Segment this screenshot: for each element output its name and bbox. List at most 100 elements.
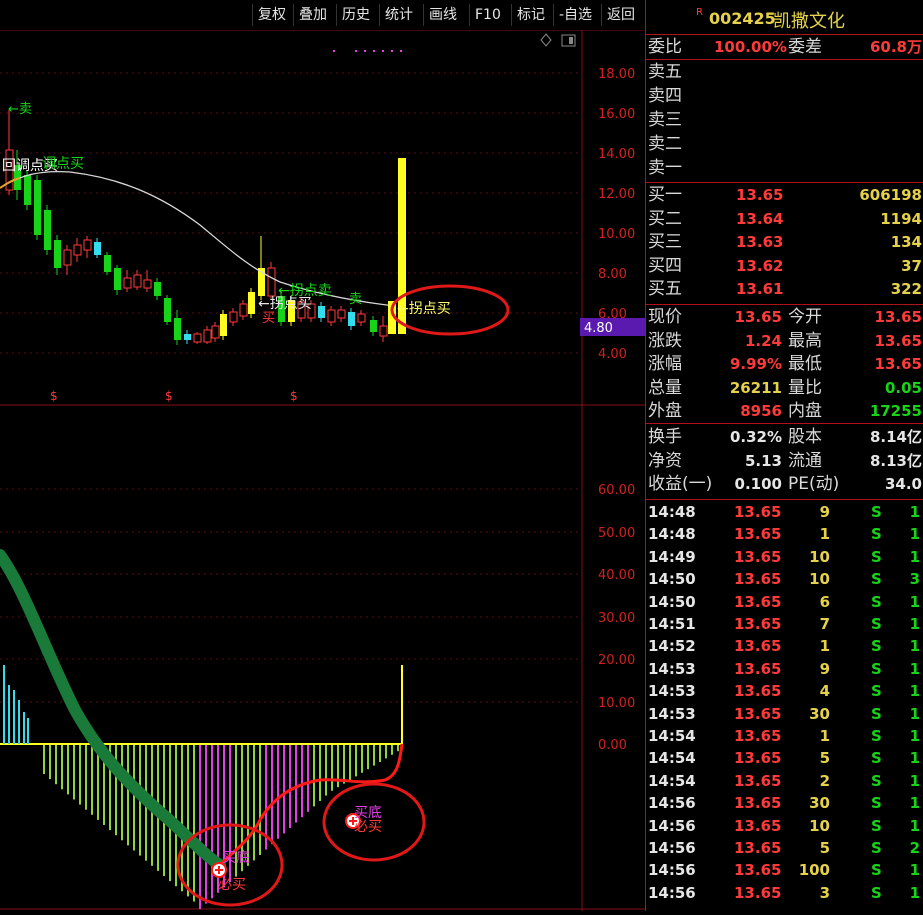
tick-time: 14:53 (648, 682, 696, 701)
tick-count: 1 (909, 704, 920, 723)
candle-body (184, 334, 191, 340)
candlesticks (5, 110, 388, 345)
tick-volume: 1 (819, 525, 830, 544)
candle-body (133, 274, 142, 288)
candle-body (211, 325, 220, 339)
tick-row: 14:56 13.65 100 S 1 (646, 859, 923, 881)
candle-body (248, 292, 255, 314)
indicator-tick: 50.00 (598, 526, 635, 541)
sell-level-row: 卖二 (646, 133, 923, 155)
stat-row: 涨跌 1.24 最高 13.65 (646, 330, 923, 352)
must-buy-label: 必买 (354, 819, 382, 835)
sell-level-label: 卖一 (648, 158, 682, 178)
buy-level-row: 买二 13.64 1194 (646, 208, 923, 230)
candle-body (337, 309, 346, 319)
tick-row: 14:50 13.65 6 S 1 (646, 591, 923, 613)
fundamental-label: 收益(一) (648, 474, 713, 494)
candle-body (220, 314, 227, 336)
dollar-mark: $ (165, 389, 173, 403)
moving-average-line (0, 170, 396, 307)
weibi-label: 委比 (648, 37, 682, 57)
tick-row: 14:50 13.65 10 S 3 (646, 568, 923, 590)
fundamental-row: 净资 5.13 流通 8.13亿 (646, 450, 923, 472)
tick-side: S (871, 727, 882, 745)
remove-watchlist-button[interactable]: -自选 (553, 4, 597, 26)
buy-small-label: 买 (262, 311, 275, 326)
candle-body (357, 313, 366, 323)
tick-row: 14:52 13.65 1 S 1 (646, 635, 923, 657)
stat-label: 今开 (788, 307, 822, 327)
indicator-tick: 10.00 (598, 696, 635, 711)
stat-row: 涨幅 9.99% 最低 13.65 (646, 353, 923, 375)
candle-body (114, 268, 121, 290)
chart-area[interactable]: 18.00 16.00 14.00 12.00 10.00 8.00 6.00 … (0, 0, 645, 911)
fuquan-button[interactable]: 复权 (252, 4, 291, 26)
tick-time: 14:56 (648, 861, 696, 880)
tick-time: 14:56 (648, 883, 696, 902)
candle-body (229, 311, 238, 323)
stat-row: 外盘 8956 内盘 17255 (646, 400, 923, 422)
candle-body (154, 282, 161, 296)
tick-count: 1 (909, 816, 920, 835)
price-tick: 10.00 (598, 227, 635, 242)
candle-body (327, 309, 336, 323)
sell-level-label: 卖三 (648, 110, 682, 130)
tick-side: S (871, 592, 882, 611)
fundamental-label: 换手 (648, 427, 682, 447)
tick-count: 1 (909, 503, 920, 521)
tick-row: 14:53 13.65 4 S 1 (646, 680, 923, 702)
tick-time: 14:49 (648, 547, 696, 566)
indicator-tick: 60.00 (598, 483, 635, 498)
draw-line-button[interactable]: 画线 (423, 4, 462, 26)
fundamental-value: 34.0 (884, 475, 922, 493)
tick-price: 13.65 (734, 503, 782, 521)
fundamental-value: 5.13 (744, 451, 782, 470)
price-tick: 8.00 (598, 267, 627, 282)
stat-value: 13.65 (874, 308, 922, 326)
price-tick: 18.00 (598, 67, 635, 82)
sell-arrow-label: ←卖 (8, 102, 32, 117)
buy-level-price: 13.65 (736, 186, 784, 204)
overlay-button[interactable]: 叠加 (293, 4, 332, 26)
tick-volume: 10 (809, 570, 830, 589)
tick-time: 14:54 (648, 749, 696, 768)
candle-body (370, 320, 377, 332)
tick-price: 13.65 (734, 615, 782, 633)
stat-label: 涨跌 (648, 330, 682, 351)
tick-price: 13.65 (734, 839, 782, 857)
diamond-icon[interactable] (540, 33, 552, 47)
buy-level-row: 买四 13.62 37 (646, 255, 923, 277)
fundamental-value: 8.14亿 (869, 428, 922, 446)
window-icon[interactable] (561, 34, 576, 47)
quote-header: R 002425 凯撒文化 (646, 0, 923, 34)
candle-body (73, 244, 82, 256)
tick-volume: 9 (819, 503, 830, 521)
back-button[interactable]: 返回 (601, 4, 640, 26)
history-button[interactable]: 历史 (336, 4, 375, 26)
tick-row: 14:54 13.65 1 S 1 (646, 725, 923, 747)
tick-price: 13.65 (734, 659, 782, 678)
candle-body (34, 180, 41, 235)
sell-level-row: 卖五 (646, 61, 923, 83)
buy-level-price: 13.64 (736, 209, 784, 228)
stat-row: 总量 26211 量比 0.05 (646, 377, 923, 399)
mark-button[interactable]: 标记 (511, 4, 550, 26)
candle-body (83, 239, 92, 251)
tick-volume: 5 (819, 749, 830, 768)
tick-side: S (871, 570, 882, 589)
current-price-tag: 4.80 (584, 321, 613, 336)
tick-row: 14:48 13.65 9 S 1 (646, 501, 923, 523)
turn-buy-right-label: ←拐点买 (397, 301, 451, 317)
candle-body (239, 303, 248, 317)
fundamental-label: 净资 (648, 450, 682, 471)
sell-level-row: 卖一 (646, 157, 923, 179)
tick-side: S (871, 659, 882, 678)
sell-level-label: 卖二 (648, 134, 682, 154)
weibi-row: 委比 100.00% 委差 60.8万 (646, 36, 923, 58)
f10-button[interactable]: F10 (469, 4, 506, 26)
candle-body (193, 333, 202, 343)
stats-button[interactable]: 统计 (379, 4, 418, 26)
tick-count: 1 (909, 659, 920, 678)
candle-body (143, 279, 152, 289)
buy-level-label: 买四 (648, 255, 682, 276)
